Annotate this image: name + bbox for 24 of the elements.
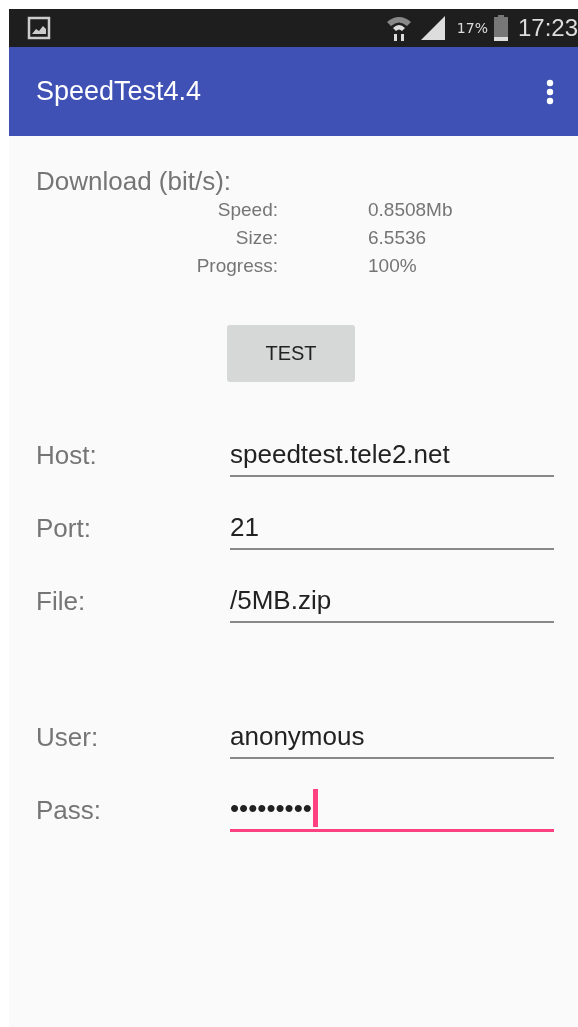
battery-percent: 17% [456,20,488,36]
input-field[interactable]: 21 [230,506,554,550]
stat-value: 6.5536 [368,227,428,249]
stat-label: Progress: [195,255,278,277]
clock: 17:23 [517,14,578,42]
field-label: Host: [36,440,98,472]
stat-label: Size: [234,227,278,249]
input-field[interactable]: speedtest.tele2.net [230,433,554,477]
stat-value: 100% [368,255,418,277]
field-label: Port: [36,513,92,545]
stat-value: 0.8508Mb [368,199,454,221]
field-label: File: [36,586,87,618]
download-heading: Download (bit/s): [36,166,233,197]
input-field[interactable]: ••••••••• [230,787,554,832]
test-button[interactable]: TEST [227,325,355,382]
field-label: User: [36,722,100,754]
image-icon [27,16,51,40]
app-title: SpeedTest4.4 [36,76,203,107]
input-field[interactable]: anonymous [230,715,554,759]
field-label: Pass: [36,795,103,827]
battery-icon [493,15,508,41]
stat-label: Speed: [216,199,278,221]
input-field[interactable]: /5MB.zip [230,579,554,623]
more-options-icon[interactable] [546,78,554,105]
